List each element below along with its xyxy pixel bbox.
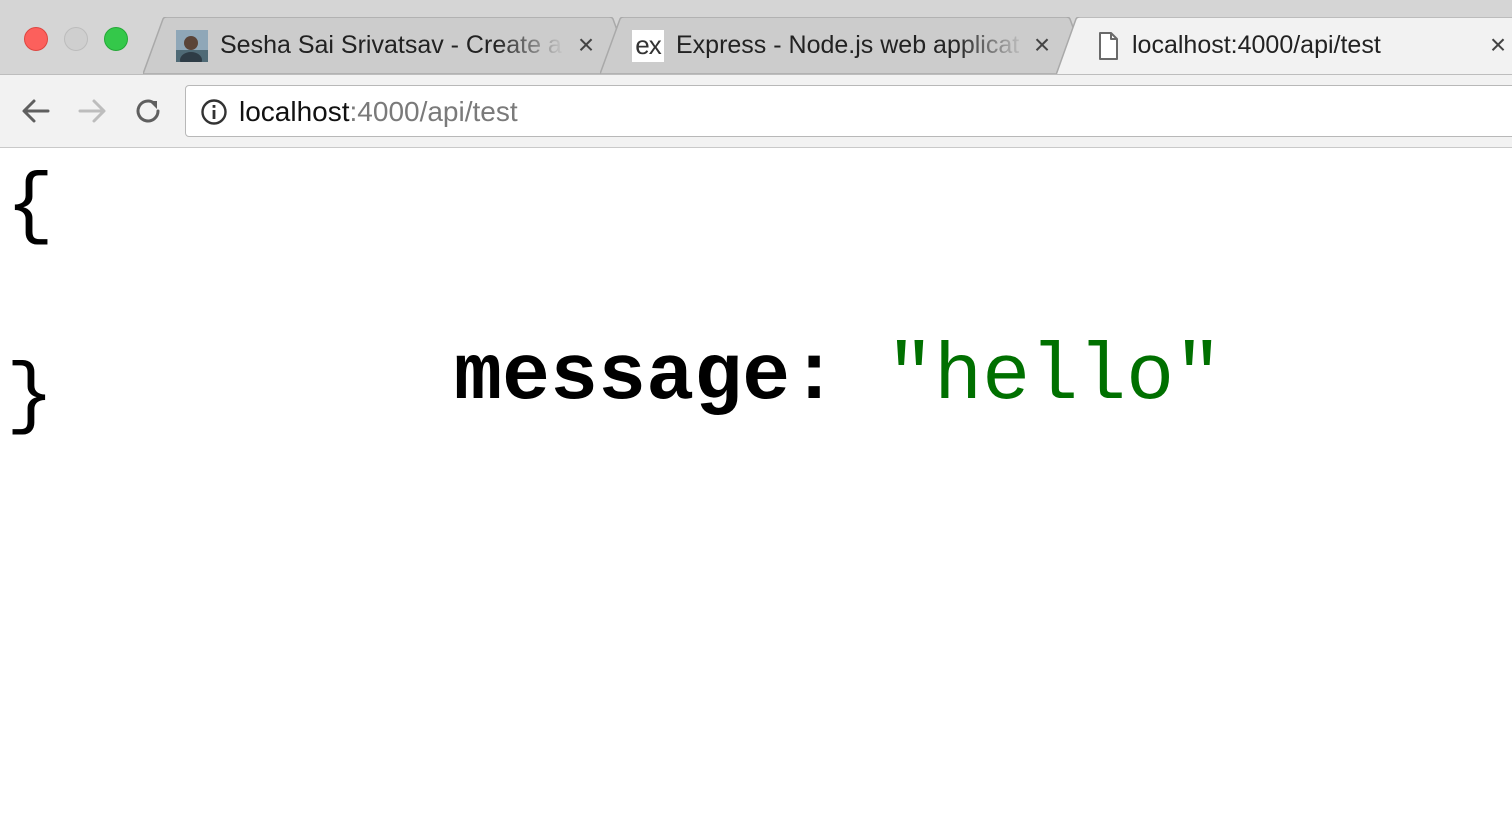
forward-button[interactable] (74, 93, 110, 129)
tab-strip: Sesha Sai Srivatsav - Create a × ex Expr… (0, 0, 1512, 74)
address-bar-url[interactable]: localhost:4000/api/test (239, 96, 518, 128)
reload-button[interactable] (130, 93, 166, 129)
json-key: message: (454, 332, 839, 423)
window-close-button[interactable] (24, 27, 48, 51)
url-host: localhost (239, 96, 350, 127)
address-bar[interactable]: localhost:4000/api/test (185, 85, 1512, 137)
window-minimize-button[interactable] (64, 27, 88, 51)
tab-close-icon[interactable]: × (1483, 30, 1512, 60)
reload-icon (136, 99, 160, 123)
page-content: { message: "hello" } (0, 148, 1512, 828)
back-button[interactable] (18, 93, 54, 129)
json-value: "hello" (886, 332, 1223, 423)
tab-close-icon[interactable]: × (1027, 30, 1057, 60)
document-icon (1092, 30, 1124, 62)
info-icon[interactable] (200, 98, 228, 126)
tab-express[interactable]: ex Express - Node.js web applicat × (600, 17, 1090, 74)
arrow-right-icon (78, 99, 106, 123)
express-logo-icon: ex (632, 30, 664, 62)
json-close-brace: } (6, 352, 55, 443)
arrow-left-icon (22, 99, 50, 123)
express-logo-text: ex (635, 30, 661, 60)
user-avatar-icon (176, 30, 208, 68)
tab-title: Express - Node.js web applicat (676, 31, 1020, 59)
tab-title: Sesha Sai Srivatsav - Create a (220, 31, 562, 59)
tab-title: localhost:4000/api/test (1132, 31, 1381, 59)
tab-close-icon[interactable]: × (571, 30, 601, 60)
tab-localhost-api-test[interactable]: localhost:4000/api/test × (1056, 17, 1512, 74)
browser-window: Sesha Sai Srivatsav - Create a × ex Expr… (0, 0, 1512, 828)
json-entry: message: "hello" (166, 258, 1222, 498)
browser-toolbar: localhost:4000/api/test (0, 74, 1512, 148)
window-maximize-button[interactable] (104, 27, 128, 51)
tab-sesha-sai-srivatsav[interactable]: Sesha Sai Srivatsav - Create a × (143, 17, 633, 74)
url-path: :4000/api/test (349, 96, 518, 127)
json-open-brace: { (6, 162, 55, 253)
